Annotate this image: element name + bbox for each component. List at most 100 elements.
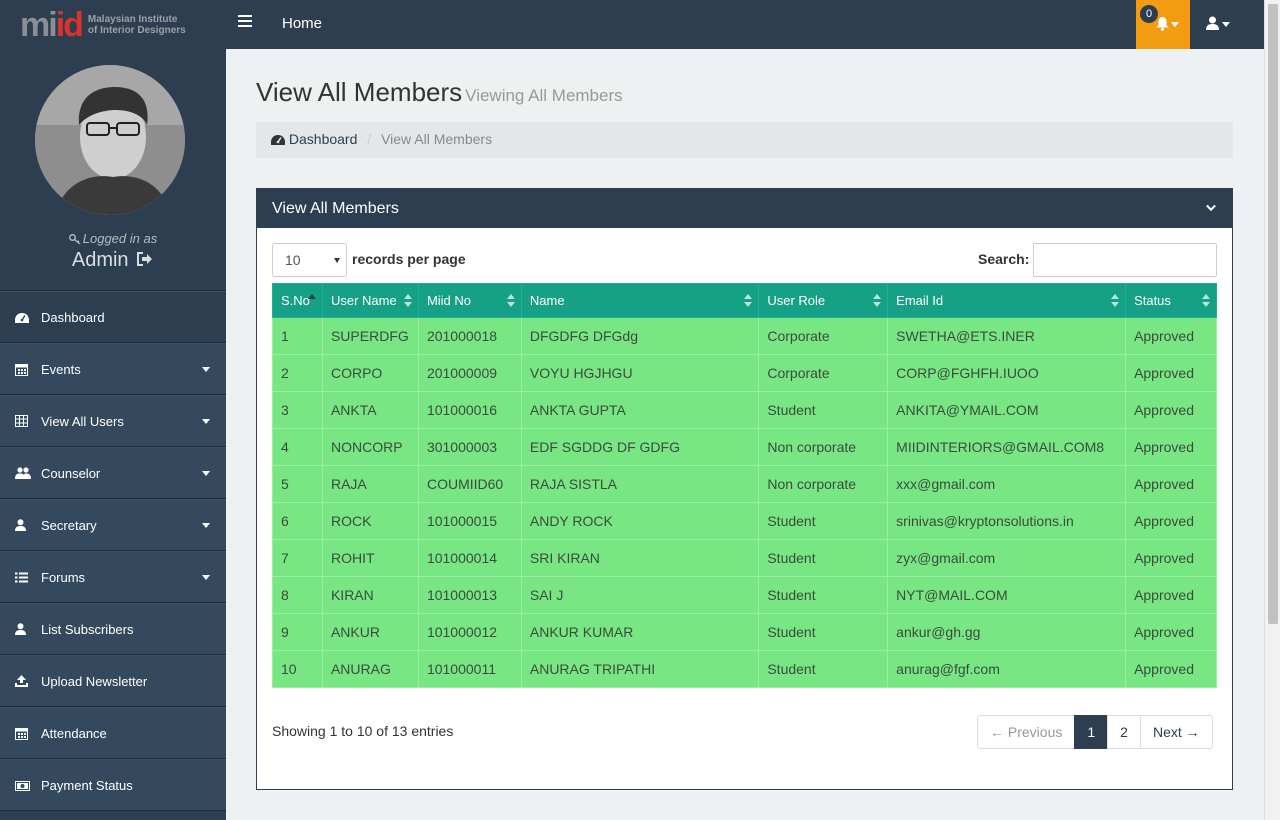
table-cell: Approved <box>1125 428 1217 466</box>
table-row[interactable]: 7 ROHIT 101000014 SRI KIRAN Student zyx@gmail… <box>272 539 1217 577</box>
table-row[interactable]: 8 KIRAN 101000013 SAI J Student NYT@MAIL.COM A… <box>272 576 1217 614</box>
sidebar-item-view-all-users[interactable]: View All Users <box>0 395 226 447</box>
members-table: S.No User Name Miid No Name User Role Email I… <box>272 283 1217 688</box>
next-page-button[interactable]: Next → <box>1139 715 1213 749</box>
column-header-s-no[interactable]: S.No <box>272 283 323 318</box>
table-cell: 101000013 <box>417 576 522 614</box>
logo[interactable]: miid Malaysian Institute of Interior Des… <box>0 0 226 49</box>
table-row[interactable]: 5 RAJA COUMIID60 RAJA SISTLA Non corporate xx… <box>272 465 1217 503</box>
table-cell: 201000009 <box>417 354 522 392</box>
table-row[interactable]: 10 ANURAG 101000011 ANURAG TRIPATHI Student a… <box>272 650 1217 688</box>
table-cell: 4 <box>272 428 323 466</box>
sidebar-item-list-subscribers[interactable]: List Subscribers <box>0 603 226 655</box>
column-header-label: S.No <box>281 293 310 308</box>
menu-toggle-icon[interactable] <box>238 15 252 27</box>
sidebar-item-attendance[interactable]: Attendance <box>0 707 226 759</box>
sidebar-item-secretary[interactable]: Secretary <box>0 499 226 551</box>
previous-page-button[interactable]: ← Previous <box>977 715 1076 749</box>
sign-out-icon[interactable] <box>136 251 154 267</box>
calendar-icon <box>15 727 29 740</box>
table-cell: 10 <box>272 650 323 688</box>
breadcrumb-dashboard-link[interactable]: Dashboard <box>271 131 361 147</box>
table-row[interactable]: 3 ANKTA 101000016 ANKTA GUPTA Student ANKITA@… <box>272 391 1217 429</box>
table-cell: Approved <box>1125 317 1217 355</box>
sidebar-item-label: Upload Newsletter <box>41 673 148 689</box>
top-navbar: miid Malaysian Institute of Interior Des… <box>0 0 1264 49</box>
sidebar-item-counselor[interactable]: Counselor <box>0 447 226 499</box>
table-cell: CORP@FGHFH.IUOO <box>887 354 1127 392</box>
user-icon <box>15 519 29 531</box>
column-header-label: Status <box>1134 293 1171 308</box>
table-cell: Student <box>758 502 889 540</box>
column-header-label: Miid No <box>426 293 472 308</box>
sidebar-item-label: Payment Status <box>41 777 133 793</box>
scrollbar-thumb[interactable] <box>1268 4 1278 624</box>
table-cell: 7 <box>272 539 323 577</box>
table-cell: Student <box>758 576 889 614</box>
table-cell: ANDY ROCK <box>520 502 760 540</box>
table-row[interactable]: 1 SUPERDFG 201000018 DFGDFG DFGdg Corporate S… <box>272 317 1217 355</box>
dashboard-icon <box>271 135 285 145</box>
column-header-label: Email Id <box>896 293 944 308</box>
table-cell: xxx@gmail.com <box>887 465 1127 503</box>
table-cell: NYT@MAIL.COM <box>887 576 1127 614</box>
column-header-user-role[interactable]: User Role <box>758 283 889 318</box>
sort-icon <box>403 294 412 308</box>
table-cell: Approved <box>1125 650 1217 688</box>
chevron-down-icon[interactable] <box>1206 203 1216 213</box>
notifications-button[interactable]: 0 <box>1136 0 1190 49</box>
table-cell: 101000015 <box>417 502 522 540</box>
column-header-miid-no[interactable]: Miid No <box>417 283 522 318</box>
user-menu-button[interactable] <box>1206 15 1238 35</box>
table-cell: DFGDFG DFGdg <box>520 317 760 355</box>
column-header-email-id[interactable]: Email Id <box>887 283 1127 318</box>
column-header-status[interactable]: Status <box>1125 283 1217 318</box>
table-cell: Student <box>758 650 889 688</box>
page-1-button[interactable]: 1 <box>1074 715 1109 749</box>
table-cell: ANKTA GUPTA <box>520 391 760 429</box>
table-cell: 101000014 <box>417 539 522 577</box>
table-cell: COUMIID60 <box>417 465 522 503</box>
table-cell: ROHIT <box>321 539 419 577</box>
chevron-down-icon <box>202 523 210 528</box>
table-row[interactable]: 9 ANKUR 101000012 ANKUR KUMAR Student ankur@g… <box>272 613 1217 651</box>
table-row[interactable]: 4 NONCORP 301000003 EDF SGDDG DF GDFG Non co… <box>272 428 1217 466</box>
list-icon <box>15 571 29 583</box>
table-cell: EDF SGDDG DF GDFG <box>520 428 760 466</box>
table-cell: 101000012 <box>417 613 522 651</box>
table-cell: 8 <box>272 576 323 614</box>
page-length-select[interactable]: 10 <box>272 243 347 277</box>
sort-icon <box>1202 294 1210 308</box>
sidebar-item-label: Events <box>41 361 81 377</box>
sidebar-item-label: Attendance <box>41 725 107 741</box>
page-scrollbar[interactable] <box>1264 0 1280 820</box>
table-cell: Corporate <box>758 317 889 355</box>
panel-title: View All Members <box>272 200 399 217</box>
profile-section: Logged in as Admin <box>0 49 226 291</box>
sidebar-item-events[interactable]: Events <box>0 343 226 395</box>
search-input[interactable] <box>1033 243 1217 277</box>
logo-mark: miid <box>20 5 84 44</box>
chevron-down-icon <box>1171 22 1179 27</box>
home-link[interactable]: Home <box>282 15 322 32</box>
sidebar-item-forums[interactable]: Forums <box>0 551 226 603</box>
sidebar-item-label: Forums <box>41 569 86 585</box>
column-header-user-name[interactable]: User Name <box>321 283 419 318</box>
breadcrumb: Dashboard / View All Members <box>256 122 1233 158</box>
user-icon <box>1206 16 1219 30</box>
table-cell: VOYU HGJHGU <box>520 354 760 392</box>
table-row[interactable]: 2 CORPO 201000009 VOYU HGJHGU Corporate CORP@… <box>272 354 1217 392</box>
sidebar-item-dashboard[interactable]: Dashboard <box>0 291 226 343</box>
dashboard-icon <box>15 311 29 323</box>
calendar-icon <box>15 363 29 376</box>
table-cell: ANKUR KUMAR <box>520 613 760 651</box>
sort-icon <box>307 294 316 308</box>
table-cell: MIIDINTERIORS@GMAIL.COM8 <box>887 428 1127 466</box>
sidebar-item-upload-newsletter[interactable]: Upload Newsletter <box>0 655 226 707</box>
column-header-name[interactable]: Name <box>520 283 760 318</box>
sidebar-item-label: View All Users <box>41 413 124 429</box>
table-cell: Student <box>758 539 889 577</box>
table-row[interactable]: 6 ROCK 101000015 ANDY ROCK Student srinivas@k… <box>272 502 1217 540</box>
page-2-button[interactable]: 2 <box>1107 715 1141 749</box>
sidebar-item-payment-status[interactable]: Payment Status <box>0 759 226 811</box>
